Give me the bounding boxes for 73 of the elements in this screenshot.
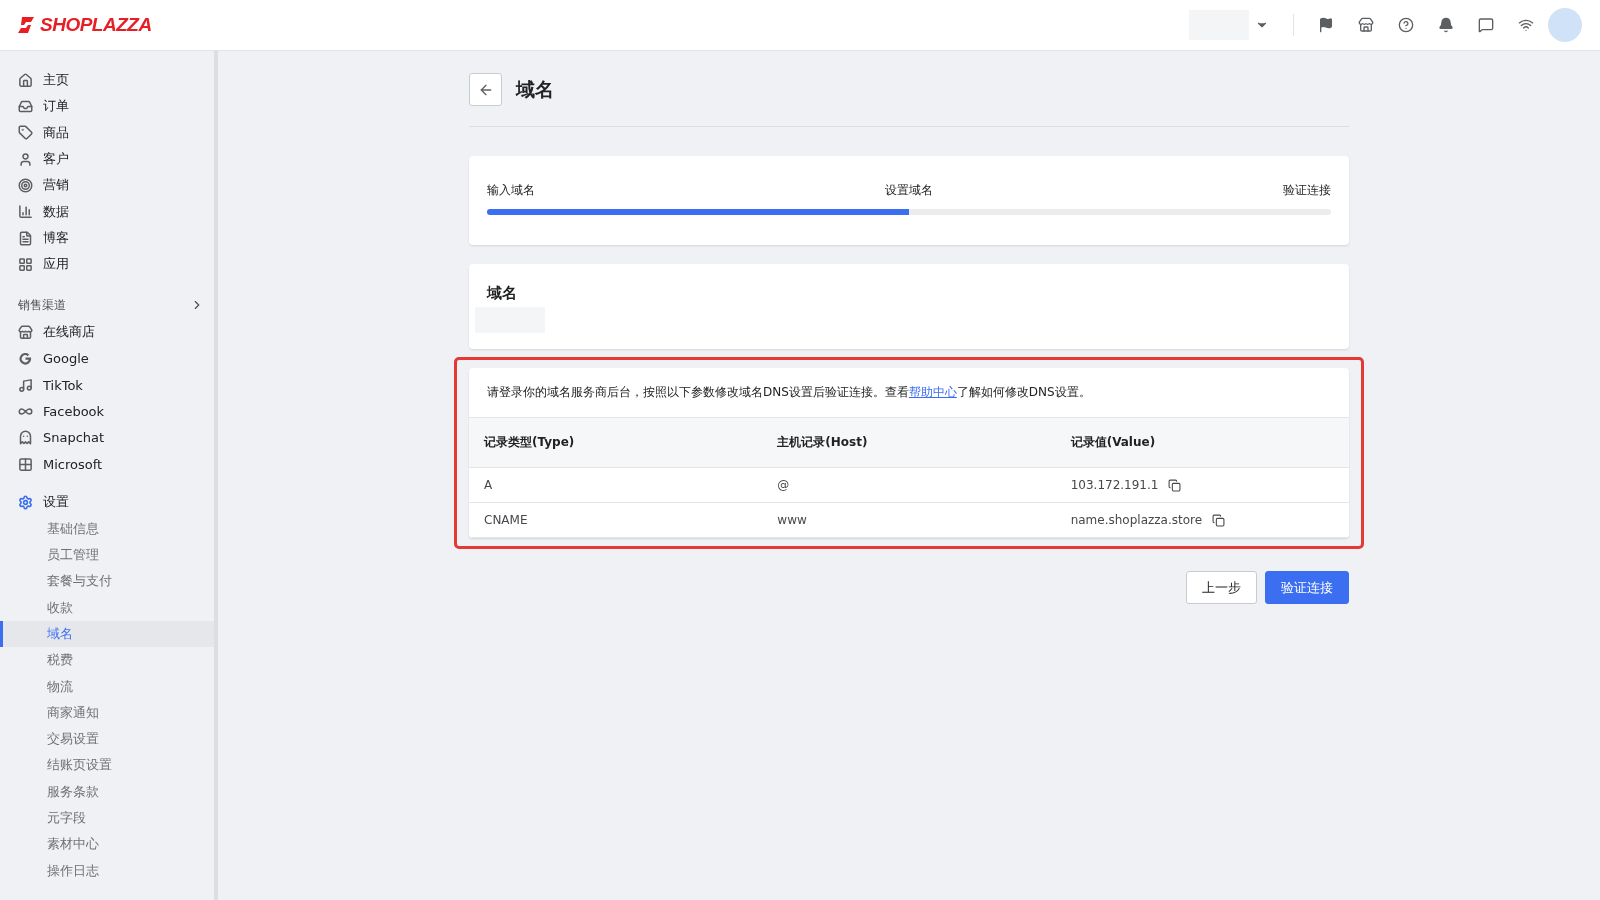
bar-chart-icon — [18, 204, 33, 220]
table-cell: www — [777, 513, 807, 527]
column-header: 记录类型(Type) — [469, 418, 763, 468]
tag-icon — [18, 125, 33, 141]
column-header: 记录值(Value) — [1055, 418, 1349, 468]
sidebar-subitem[interactable]: 交易设置 — [0, 726, 214, 753]
table-cell: @ — [777, 478, 790, 492]
sidebar-item[interactable]: Google — [0, 345, 214, 372]
flag-icon[interactable] — [1318, 17, 1334, 33]
store-icon[interactable] — [1358, 17, 1374, 33]
shoplazza-logo[interactable]: SHOPLAZZA — [18, 14, 152, 36]
sidebar-subitem[interactable]: 商家通知 — [0, 699, 214, 726]
sidebar-item[interactable]: 数据 — [0, 198, 214, 225]
bell-icon[interactable] — [1438, 17, 1454, 33]
inbox-icon — [18, 98, 33, 114]
help-center-link[interactable]: 帮助中心 — [908, 385, 957, 399]
logo-mark-icon — [18, 16, 36, 34]
sidebar-item[interactable]: 营销 — [0, 172, 214, 199]
ghost-icon — [18, 430, 33, 446]
back-button[interactable] — [469, 73, 502, 106]
step-label: 设置域名 — [885, 182, 933, 199]
wifi-icon[interactable] — [1518, 17, 1534, 33]
card-title: 域名 — [487, 284, 518, 303]
sidebar-subitem[interactable]: 元字段 — [0, 804, 214, 832]
column-header: 主机记录(Host) — [762, 418, 1056, 468]
table-cell: name.shoplazza.store — [1070, 513, 1203, 527]
settings-icon — [18, 494, 33, 510]
person-icon — [18, 151, 33, 167]
sidebar-item[interactable]: 客户 — [0, 145, 214, 173]
sidebar-subitem[interactable]: 套餐与支付 — [0, 568, 214, 595]
grid-icon — [18, 456, 33, 472]
target-icon — [18, 177, 33, 193]
table-cell: CNAME — [484, 513, 528, 527]
sidebar-item[interactable]: Facebook — [0, 398, 214, 425]
sidebar-item[interactable]: Microsoft — [0, 450, 214, 478]
verify-button[interactable]: 验证连接 — [1265, 571, 1349, 604]
page-title: 域名 — [516, 76, 554, 102]
sidebar-item[interactable]: 订单 — [0, 93, 214, 120]
sidebar-item[interactable]: 在线商店 — [0, 319, 214, 346]
sidebar-item[interactable]: 商品 — [0, 119, 214, 146]
sidebar-subitem[interactable]: 物流 — [0, 673, 214, 700]
home-icon — [18, 72, 33, 88]
sidebar-subitem[interactable]: 结账页设置 — [0, 752, 214, 779]
chat-icon[interactable] — [1478, 17, 1494, 33]
sidebar-item[interactable]: Snapchat — [0, 424, 214, 451]
sidebar-item[interactable]: 主页 — [0, 67, 214, 94]
sidebar-subitem[interactable]: 税费 — [0, 647, 214, 674]
step-label: 验证连接 — [1283, 182, 1331, 199]
apps-icon — [18, 256, 33, 272]
copy-icon[interactable] — [1212, 513, 1226, 527]
sidebar-item[interactable]: 设置 — [0, 489, 214, 516]
sidebar-subitem[interactable]: 域名 — [0, 620, 214, 648]
step-label: 输入域名 — [487, 182, 535, 199]
document-icon — [18, 230, 33, 246]
sidebar-item[interactable]: 应用 — [0, 251, 214, 278]
sidebar-subitem[interactable]: 员工管理 — [0, 541, 214, 569]
sidebar-item[interactable]: TikTok — [0, 371, 214, 399]
sidebar-item[interactable]: 博客 — [0, 224, 214, 252]
sidebar-subitem[interactable]: 基础信息 — [0, 515, 214, 542]
section-heading: 销售渠道 — [18, 296, 66, 314]
copy-icon[interactable] — [1168, 478, 1182, 492]
sidebar-subitem[interactable]: 素材中心 — [0, 831, 214, 858]
logo-text: SHOPLAZZA — [40, 14, 152, 36]
sidebar-subitem[interactable]: 服务条款 — [0, 778, 214, 805]
music-note-icon — [18, 377, 33, 393]
table-cell: A — [484, 478, 493, 492]
sidebar-subitem[interactable]: 收款 — [0, 594, 214, 621]
help-icon[interactable] — [1398, 17, 1414, 33]
table-cell: 103.172.191.1 — [1070, 478, 1159, 492]
store-icon — [18, 324, 33, 340]
g-letter-icon — [18, 351, 33, 367]
sidebar-subitem[interactable]: 操作日志 — [0, 857, 214, 884]
previous-button[interactable]: 上一步 — [1186, 571, 1257, 604]
